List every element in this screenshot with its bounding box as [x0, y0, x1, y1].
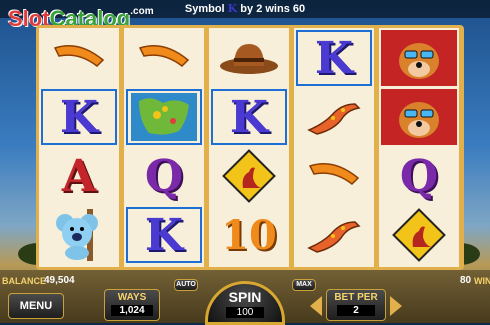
menu-button[interactable]: MENU [8, 293, 64, 319]
reel-5: Q [379, 28, 459, 267]
reel-4: K [294, 28, 374, 267]
symbol-koala [41, 207, 117, 263]
symbol-a-label: A [61, 150, 97, 202]
spin-label: SPIN [228, 289, 262, 305]
symbol-boomerang [41, 30, 117, 86]
auto-button[interactable]: AUTO [174, 279, 198, 291]
symbol-dingo [381, 30, 457, 86]
reel-3: K 10 [209, 28, 289, 267]
symbol-q-label: Q [399, 150, 439, 202]
ways-label: WAYS [117, 292, 147, 303]
logo-tld: .com [130, 6, 154, 17]
symbol-bonus-map [126, 89, 202, 145]
reel-2: Q K [124, 28, 204, 267]
win-suffix: by 2 wins 60 [240, 3, 306, 15]
bet-per-value: 2 [337, 305, 375, 316]
symbol-lizard [296, 89, 372, 145]
win-prefix: Symbol [184, 3, 225, 15]
symbol-k: K [211, 89, 287, 145]
symbol-k-label: K [144, 209, 184, 261]
max-button[interactable]: MAX [292, 279, 316, 291]
ways-box[interactable]: WAYS 1,024 [104, 289, 160, 321]
symbol-dingo [381, 89, 457, 145]
bet-per-box: BET PER 2 [326, 289, 386, 321]
symbol-a: A [41, 148, 117, 204]
win-value: 80 [460, 275, 472, 286]
symbol-k-label: K [59, 91, 99, 143]
symbol-10-label: 10 [221, 211, 277, 259]
symbol-k: K [41, 89, 117, 145]
symbol-k: K [126, 207, 202, 263]
symbol-q: Q [126, 148, 202, 204]
symbol-k-label: K [229, 91, 269, 143]
balance-label: BALANCE [2, 276, 46, 286]
balance-value: 49,504 [44, 275, 75, 286]
total-bet-value: 100 [226, 307, 264, 318]
reel-frame: K A Q K K 10 K Q [36, 25, 464, 270]
ways-value: 1,024 [111, 305, 153, 316]
symbol-k: K [296, 30, 372, 86]
win-symbol: K [227, 2, 238, 15]
symbol-hat [211, 30, 287, 86]
bet-per-label: BET PER [334, 292, 378, 303]
symbol-kangaroo-sign [211, 148, 287, 204]
win-label: WIN [474, 276, 490, 286]
symbol-boomerang [296, 148, 372, 204]
symbol-10: 10 [211, 207, 287, 263]
symbol-k-label: K [314, 32, 354, 84]
bet-increase-arrow-icon[interactable] [390, 296, 402, 316]
symbol-kangaroo-sign [381, 207, 457, 263]
reel-1: K A [39, 28, 119, 267]
bet-decrease-arrow-icon[interactable] [310, 296, 322, 316]
symbol-q-label: Q [144, 150, 184, 202]
symbol-lizard [296, 207, 372, 263]
symbol-boomerang [126, 30, 202, 86]
symbol-q: Q [381, 148, 457, 204]
